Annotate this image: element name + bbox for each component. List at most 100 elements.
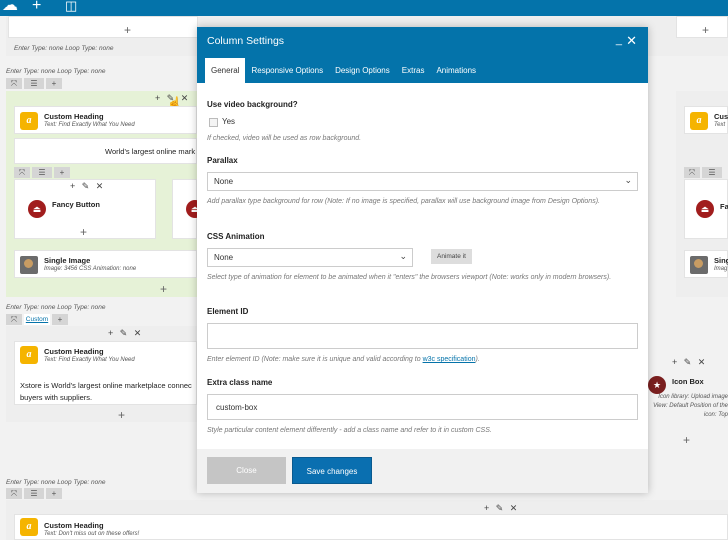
modal-tabs: General Responsive Options Design Option… [205,58,482,83]
tab-extras[interactable]: Extras [396,58,431,83]
element-title: Cus [714,112,728,121]
add-element-icon[interactable]: + [118,409,125,421]
element-title: Fancy Button [52,200,100,209]
element-title: Single Image [44,256,91,265]
column-controls[interactable]: + ✎ ✕ [484,503,519,514]
single-image-element[interactable] [14,250,197,278]
video-background-label: Use video background? [207,100,298,109]
fancy-button-icon: ⏏ [28,200,46,218]
row-label: Enter Type: none Loop Type: none [6,304,106,311]
inner-column-controls[interactable]: + ✎ ✕ [70,181,105,192]
tab-responsive-options[interactable]: Responsive Options [245,58,329,83]
add-icon[interactable]: + [52,314,68,325]
parallax-help: Add parallax type background for row (No… [207,198,600,205]
css-animation-help: Select type of animation for element to … [207,274,612,281]
video-background-checkbox[interactable] [209,118,218,127]
row-controls: ⤧ Custom + [6,314,68,325]
inner-row-controls: ⤧ ☰ [684,167,722,178]
heading-icon: a [20,346,38,364]
element-title: Singl [714,256,728,265]
save-changes-button[interactable]: Save changes [292,457,372,484]
add-icon[interactable]: + [54,167,70,178]
element-id-input[interactable] [207,323,638,349]
inner-row-controls: ⤧ ☰ + [14,167,70,178]
column-controls[interactable]: + ✎ ✕ [672,357,707,368]
video-background-option: Yes [222,117,236,126]
layout-icon[interactable]: ☰ [702,167,722,178]
element-id-help-text: Enter element ID (Note: make sure it is … [207,356,423,363]
element-title: Custom Heading [44,347,104,356]
extra-class-input[interactable]: custom-box [207,394,638,420]
css-animation-select[interactable]: None ⌄ [207,248,413,267]
element-text: Xstore is World's largest online marketp… [20,381,192,402]
top-toolbar: ☁ + ◫ [0,0,728,16]
add-element-icon[interactable]: + [702,24,709,36]
element-subtitle: Image: 3456 CSS Animation: none [44,266,137,272]
element-subtitle: Text: Find Exactly What You Need [44,122,135,128]
extra-class-label: Extra class name [207,378,273,387]
element-title: Custom Heading [44,112,104,121]
parallax-select[interactable]: None ⌄ [207,172,638,191]
element-subtitle: Imag [714,266,728,272]
row-label: Enter Type: none Loop Type: none [6,68,106,75]
row-controls: ⤧ ☰ + [6,488,62,499]
modal-footer: Close Save changes [197,449,648,493]
chevron-down-icon: ⌄ [399,251,407,261]
element-id-label: Element ID [207,307,249,316]
move-icon[interactable]: ⤧ [6,314,22,325]
add-element-icon[interactable]: + [683,434,690,446]
tab-design-options[interactable]: Design Options [329,58,396,83]
add-icon[interactable]: + [46,78,62,89]
element-title: Fa [720,202,728,211]
move-icon[interactable]: ⤧ [684,167,700,178]
tab-animations[interactable]: Animations [430,58,482,83]
css-animation-value: None [214,253,234,262]
extra-class-help: Style particular content element differe… [207,427,492,434]
tab-general[interactable]: General [205,58,246,83]
element-subtitle: Icon library: Upload image View: Default… [653,394,728,418]
element-id-help: Enter element ID (Note: make sure it is … [207,354,638,365]
element-title: Custom Heading [44,521,104,530]
element-subtitle: Text: Don't miss out on these offers! [44,531,140,537]
add-element-icon[interactable]: + [80,226,87,238]
modal-title: Column Settings [207,35,285,47]
add-element-icon[interactable]: + [124,24,131,36]
modal-header: Column Settings _ ✕ General Responsive O… [197,27,648,83]
layout-icon[interactable]: ◫ [65,0,77,14]
animate-it-button[interactable]: Animate it [431,249,472,264]
move-icon[interactable]: ⤧ [6,488,22,499]
layout-icon[interactable]: ☰ [24,488,44,499]
row-label: Enter Type: none Loop Type: none [14,45,114,52]
layout-icon[interactable]: ☰ [32,167,52,178]
image-icon [690,256,708,274]
plus-icon[interactable]: + [32,0,41,14]
element-id-help-end: ). [475,356,480,363]
add-icon[interactable]: + [46,488,62,499]
heading-icon: a [20,518,38,536]
css-animation-label: CSS Animation [207,232,265,241]
move-icon[interactable]: ⤧ [14,167,30,178]
column-controls[interactable]: + ✎ ✕ [108,328,143,339]
heading-icon: a [20,112,38,130]
fancy-button-icon: ⏏ [696,200,714,218]
custom-tab[interactable]: Custom [24,314,50,325]
icon-box-icon: ★ [648,376,666,394]
minimize-icon[interactable]: _ [616,34,622,46]
close-button[interactable]: Close [207,457,286,484]
move-icon[interactable]: ⤧ [6,78,22,89]
logo-icon[interactable]: ☁ [2,0,18,14]
w3c-specification-link[interactable]: w3c specification [423,356,476,363]
custom-heading-element[interactable] [14,106,197,134]
element-subtitle: Text [714,122,726,128]
close-icon[interactable]: ✕ [626,33,637,49]
element-subtitle: Text: Find Exactly What You Need [44,357,135,363]
image-icon [20,256,38,274]
element-title: Icon Box [672,377,704,386]
row-controls: ⤧ ☰ + [6,78,62,89]
element-text: World's largest online mark [105,147,196,156]
video-background-help: If checked, video will be used as row ba… [207,135,362,142]
add-element-icon[interactable]: + [160,283,167,295]
layout-icon[interactable]: ☰ [24,78,44,89]
column-settings-modal: Column Settings _ ✕ General Responsive O… [197,27,648,493]
row-label: Enter Type: none Loop Type: none [6,479,106,486]
